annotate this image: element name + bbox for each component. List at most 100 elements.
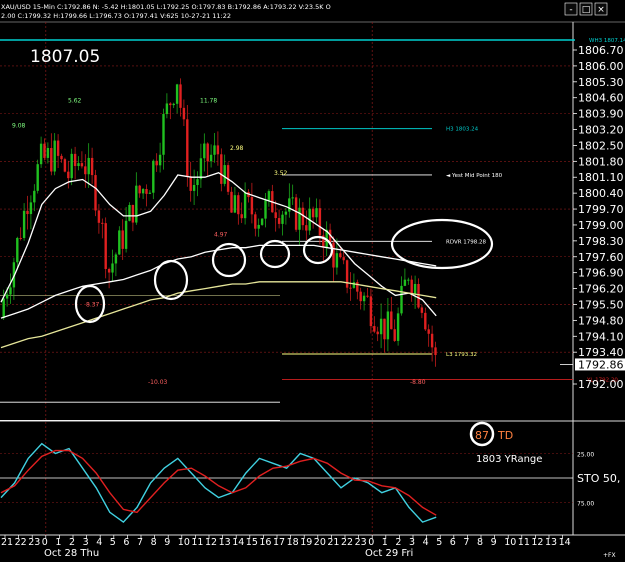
candle xyxy=(233,195,237,213)
candle xyxy=(281,214,284,224)
candle xyxy=(407,279,410,281)
minimize-icon: - xyxy=(569,5,572,15)
candle xyxy=(257,224,260,229)
candle xyxy=(60,155,63,160)
candle xyxy=(87,157,90,175)
yrange-label: 1803 YRange xyxy=(476,454,542,465)
osc-tick-label: 25.00 xyxy=(577,452,594,459)
candle xyxy=(131,204,135,223)
level-label: ◄ Yest Mid Point 180 xyxy=(446,173,503,179)
candle xyxy=(43,143,46,158)
candle xyxy=(305,225,308,231)
candle xyxy=(243,191,247,219)
candle xyxy=(135,185,138,223)
candle xyxy=(196,179,199,185)
price-tick-label: 1801.80 xyxy=(578,155,624,168)
time-tick-label: 13 xyxy=(219,537,231,548)
candle xyxy=(33,190,36,203)
candle xyxy=(400,285,403,314)
candle xyxy=(203,143,206,159)
candle xyxy=(179,84,182,108)
time-tick-label: 1 xyxy=(382,537,388,548)
candle xyxy=(424,312,427,330)
price-tick-label: 1806.70 xyxy=(578,44,624,57)
time-tick-label: 7 xyxy=(463,537,469,548)
candle xyxy=(373,326,376,332)
candle xyxy=(111,263,114,273)
candle xyxy=(298,207,301,230)
candle xyxy=(386,311,390,340)
candle xyxy=(199,158,203,180)
hand-drawn-circles xyxy=(74,218,494,324)
candle xyxy=(2,298,5,319)
time-tick-label: 0 xyxy=(42,537,48,548)
fx-corner: +FX xyxy=(603,552,616,559)
price-tick-label: 1793.40 xyxy=(578,346,624,359)
candle xyxy=(36,164,39,191)
candle xyxy=(294,197,298,230)
time-tick-label: 22 xyxy=(341,537,353,548)
candle xyxy=(427,329,430,334)
price-tick-label: 1805.30 xyxy=(578,76,624,89)
candle xyxy=(90,157,94,176)
candle xyxy=(152,160,155,193)
price-tick-label: 1806.00 xyxy=(578,60,624,73)
candle xyxy=(94,175,97,211)
last-bar-info: 2.00 C:1799.32 H:1799.66 L:1796.73 O:179… xyxy=(1,12,231,20)
candle xyxy=(410,279,413,294)
swing-label: -8.80 xyxy=(410,379,426,386)
candle xyxy=(264,200,267,219)
candle xyxy=(53,140,56,172)
candle xyxy=(39,143,43,165)
td-counter: 87 TD xyxy=(469,421,513,447)
candle xyxy=(220,154,223,184)
time-tick-label: 11 xyxy=(191,537,203,548)
price-tick-label: 1804.60 xyxy=(578,92,624,105)
candle xyxy=(413,283,417,294)
candle xyxy=(213,145,216,155)
candle xyxy=(128,204,131,221)
time-tick-label: 10 xyxy=(504,537,516,548)
candle xyxy=(417,283,420,308)
candle xyxy=(379,318,383,335)
candle xyxy=(420,307,424,313)
candle xyxy=(158,154,162,166)
price-tick-label: 1797.60 xyxy=(578,251,624,264)
time-tick-label: 0 xyxy=(368,537,374,548)
time-tick-label: 21 xyxy=(1,537,13,548)
price-tick-label: 1795.50 xyxy=(578,298,624,311)
candle xyxy=(430,333,434,348)
time-tick-label: 17 xyxy=(273,537,285,548)
price-chart[interactable]: XAU/USD 15-Min C:1792.86 N: -5.42 H:1801… xyxy=(0,0,625,562)
time-tick-label: 10 xyxy=(178,537,190,548)
candle xyxy=(124,220,128,249)
time-tick-label: 7 xyxy=(137,537,143,548)
price-tick-label: 1799.00 xyxy=(578,219,624,232)
candle xyxy=(70,153,73,179)
time-tick-label: 3 xyxy=(409,537,415,548)
candle xyxy=(169,103,172,106)
candle xyxy=(434,347,437,356)
time-tick-label: 23 xyxy=(355,537,367,548)
candle xyxy=(22,210,26,238)
candle xyxy=(390,311,393,330)
candle xyxy=(288,198,291,212)
candle xyxy=(63,159,67,172)
current-price-marker: 1792.86 xyxy=(560,358,625,371)
candle xyxy=(101,222,104,224)
candle xyxy=(315,208,318,218)
price-tick-label: 1796.20 xyxy=(578,283,624,296)
time-tick-label: 3 xyxy=(83,537,89,548)
swing-label: 8.37 xyxy=(86,302,100,309)
candle xyxy=(165,103,169,115)
candle xyxy=(223,165,226,184)
candle xyxy=(121,230,124,249)
candle xyxy=(274,212,277,219)
time-tick-label: 23 xyxy=(28,537,40,548)
candle xyxy=(9,287,12,295)
candle xyxy=(250,197,254,215)
candle xyxy=(80,163,84,167)
candle xyxy=(182,107,186,120)
time-tick-label: 6 xyxy=(450,537,456,548)
level-label: L3 1793.32 xyxy=(446,352,477,358)
